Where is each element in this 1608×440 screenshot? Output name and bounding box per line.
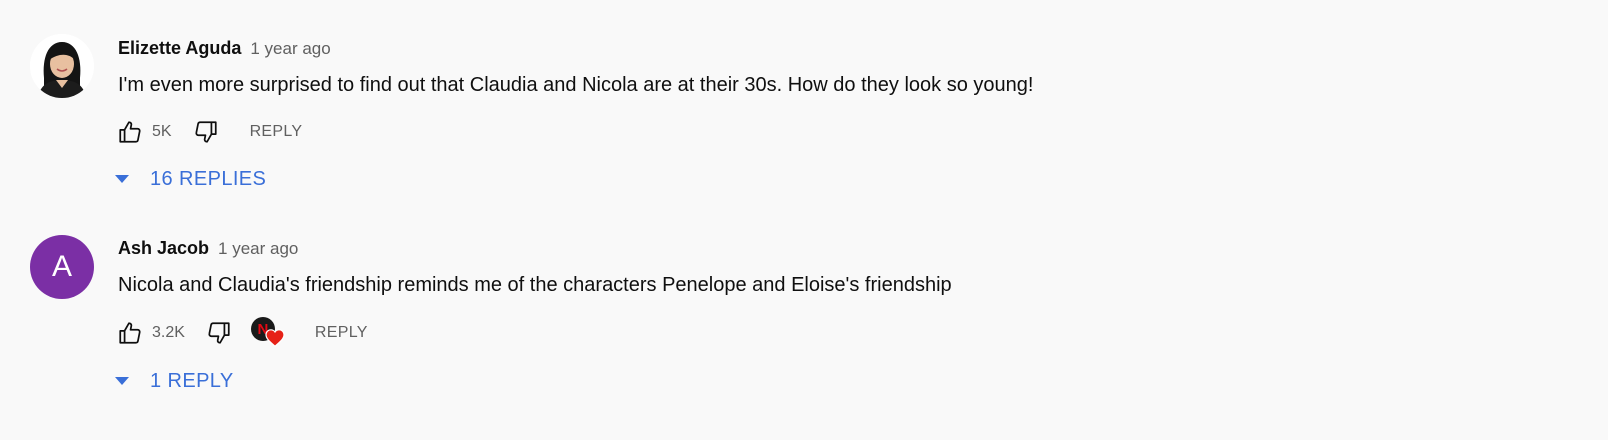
view-replies-button[interactable]: 1 REPLY xyxy=(114,366,234,396)
dislike-button[interactable] xyxy=(190,116,222,148)
comment-timestamp[interactable]: 1 year ago xyxy=(218,239,298,258)
reply-button[interactable]: REPLY xyxy=(250,123,303,141)
avatar-letter: A xyxy=(51,250,72,283)
avatar[interactable]: A xyxy=(30,235,94,299)
triangle-down-icon xyxy=(115,175,129,183)
dislike-button[interactable] xyxy=(203,317,235,349)
thumbs-up-icon xyxy=(119,121,141,143)
like-button[interactable] xyxy=(114,116,146,148)
comment-actions: 5K REPLY xyxy=(114,115,302,149)
thumbs-down-icon xyxy=(195,121,217,143)
heart-icon xyxy=(265,329,285,347)
profile-photo-icon xyxy=(30,34,94,98)
replies-count-label: 16 REPLIES xyxy=(150,167,267,190)
thumbs-down-icon xyxy=(208,322,230,344)
replies-count-label: 1 REPLY xyxy=(150,369,234,392)
comment-text: Nicola and Claudia's friendship reminds … xyxy=(118,274,952,296)
comment-header: Elizette Aguda 1 year ago xyxy=(118,37,331,60)
comment-text: I'm even more surprised to find out that… xyxy=(118,74,1034,96)
avatar[interactable] xyxy=(30,34,94,98)
like-count: 5K xyxy=(152,123,172,140)
thumbs-up-icon xyxy=(119,322,141,344)
comment-header: Ash Jacob 1 year ago xyxy=(118,237,298,260)
author-name[interactable]: Ash Jacob xyxy=(118,238,209,258)
like-button[interactable] xyxy=(114,317,146,349)
author-name[interactable]: Elizette Aguda xyxy=(118,38,241,58)
reply-button[interactable]: REPLY xyxy=(315,324,368,342)
like-count: 3.2K xyxy=(152,324,185,341)
view-replies-button[interactable]: 16 REPLIES xyxy=(114,164,266,194)
creator-heart-badge: N xyxy=(250,317,287,349)
comments-section: Elizette Aguda 1 year ago I'm even more … xyxy=(0,0,1608,440)
comment-actions: 3.2K N REPLY xyxy=(114,316,368,350)
triangle-down-icon xyxy=(115,377,129,385)
comment-timestamp[interactable]: 1 year ago xyxy=(250,39,330,58)
